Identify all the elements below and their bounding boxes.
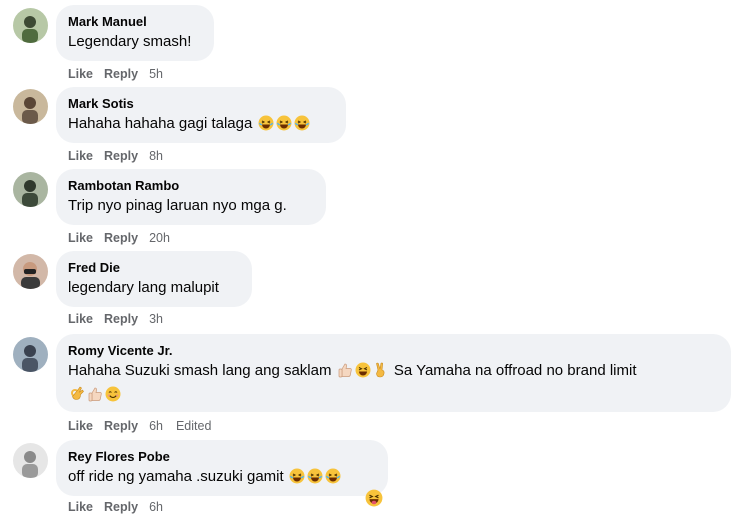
reply-button[interactable]: Reply	[104, 67, 138, 81]
like-button[interactable]: Like	[68, 419, 93, 433]
comment-bubble: Fred Die legendary lang malupit	[56, 251, 252, 307]
comment-actions: Like Reply 5h	[68, 66, 176, 82]
timestamp[interactable]: 8h	[149, 149, 163, 163]
comment-bubble: Mark Sotis Hahaha hahaha gagi talaga	[56, 87, 346, 143]
commenter-name[interactable]: Mark Manuel	[68, 13, 202, 30]
comment-text-content: Hahaha hahaha gagi talaga	[68, 115, 253, 132]
avatar[interactable]	[13, 254, 48, 289]
laughing-emoji	[258, 115, 274, 131]
comment-text-content: Sa Yamaha na offroad no brand limit	[393, 362, 637, 379]
like-button[interactable]: Like	[68, 67, 93, 81]
comment-actions: Like Reply 3h	[68, 311, 176, 327]
commenter-name[interactable]: Romy Vicente Jr.	[68, 342, 719, 359]
avatar[interactable]	[13, 8, 48, 43]
comment-actions: Like Reply 20h	[68, 230, 183, 246]
reply-button[interactable]: Reply	[104, 419, 138, 433]
commenter-name[interactable]: Mark Sotis	[68, 95, 334, 112]
thumbs-up-emoji	[87, 386, 103, 402]
timestamp[interactable]: 3h	[149, 312, 163, 326]
commenter-name[interactable]: Rey Flores Pobe	[68, 448, 376, 465]
comment-actions: Like Reply 6h	[68, 499, 176, 515]
comment-bubble: Rey Flores Pobe off ride ng yamaha .suzu…	[56, 440, 388, 496]
commenter-name[interactable]: Fred Die	[68, 259, 240, 276]
thumbs-up-emoji	[337, 362, 353, 378]
commenter-name[interactable]: Rambotan Rambo	[68, 177, 314, 194]
like-button[interactable]: Like	[68, 312, 93, 326]
avatar[interactable]	[13, 443, 48, 478]
avatar[interactable]	[13, 172, 48, 207]
comment-text: Trip nyo pinag laruan nyo mga g.	[68, 197, 287, 214]
winking-tongue-emoji	[365, 489, 383, 507]
laughing-emoji	[276, 115, 292, 131]
comment-text-content: off ride ng yamaha .suzuki gamit	[68, 468, 284, 485]
comment-bubble: Romy Vicente Jr. Hahaha Suzuki smash lan…	[56, 334, 731, 412]
comment-text: Legendary smash!	[68, 33, 192, 50]
comment-bubble: Rambotan Rambo Trip nyo pinag laruan nyo…	[56, 169, 326, 225]
comment-text: off ride ng yamaha .suzuki gamit	[68, 467, 376, 487]
grinning-squint-emoji	[355, 362, 371, 378]
laughing-emoji	[289, 468, 305, 484]
victory-hand-emoji	[373, 362, 389, 378]
timestamp[interactable]: 5h	[149, 67, 163, 81]
timestamp[interactable]: 20h	[149, 231, 170, 245]
comment-text-content: Hahaha Suzuki smash lang ang saklam	[68, 362, 332, 379]
ok-hand-emoji	[69, 386, 85, 402]
timestamp[interactable]: 6h	[149, 419, 163, 433]
like-button[interactable]: Like	[68, 149, 93, 163]
comment-actions: Like Reply 8h	[68, 148, 176, 164]
avatar[interactable]	[13, 337, 48, 372]
laughing-emoji	[307, 468, 323, 484]
comment-text: Hahaha hahaha gagi talaga	[68, 114, 334, 134]
laughing-emoji	[294, 115, 310, 131]
reply-button[interactable]: Reply	[104, 312, 138, 326]
avatar[interactable]	[13, 89, 48, 124]
comment-actions: Like Reply 6h Edited	[68, 418, 211, 434]
edited-label[interactable]: Edited	[176, 419, 211, 433]
reply-button[interactable]: Reply	[104, 231, 138, 245]
like-button[interactable]: Like	[68, 231, 93, 245]
comment-text: legendary lang malupit	[68, 279, 219, 296]
comment-bubble: Mark Manuel Legendary smash!	[56, 5, 214, 61]
comment-emoji-line	[68, 385, 719, 405]
smiling-emoji	[105, 386, 121, 402]
laughing-emoji	[325, 468, 341, 484]
comment-text: Hahaha Suzuki smash lang ang saklam Sa Y…	[68, 361, 719, 381]
reply-button[interactable]: Reply	[104, 149, 138, 163]
